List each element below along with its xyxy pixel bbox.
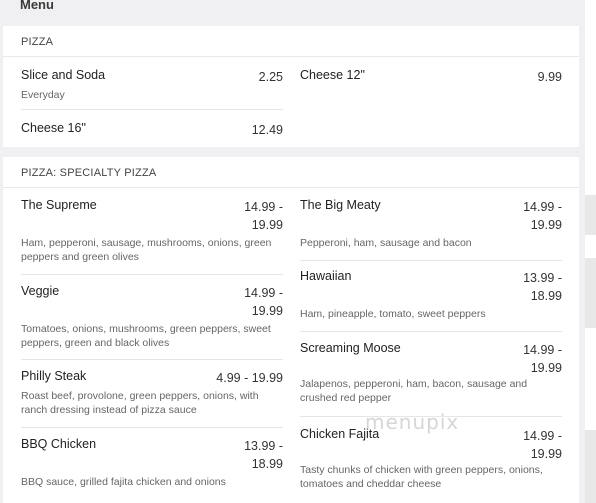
item-description: Tasty chunks of chicken with green peppe… [300, 464, 543, 490]
item-name: Screaming Moose [300, 341, 401, 355]
section-header: PIZZA: SPECIALTY PIZZA [3, 157, 579, 188]
section-title: PIZZA [21, 36, 54, 48]
sidebar-edge [585, 0, 596, 503]
item-name: Slice and Soda [21, 68, 106, 82]
section-header: PIZZA [3, 26, 579, 57]
item-price: 14.99 - 19.99 [523, 343, 562, 375]
item-name: Cheese 12" [300, 68, 365, 82]
sidebar-card [585, 430, 596, 503]
item-name: Hawaiian [300, 269, 352, 283]
item-price: 14.99 - 19.99 [244, 200, 283, 232]
item-price: 14.99 - 19.99 [523, 429, 562, 461]
item-price: 2.25 [258, 70, 283, 84]
item-price: 4.99 - 19.99 [216, 371, 283, 385]
item-description: Roast beef, provolone, green peppers, on… [21, 390, 259, 416]
item-description: Everyday [21, 89, 65, 101]
item-description: Ham, pepperoni, sausage, mushrooms, onio… [21, 237, 272, 263]
page-title: Menu [20, 0, 54, 12]
item-description: Tomatoes, onions, mushrooms, green peppe… [21, 323, 271, 349]
item-description: BBQ sauce, grilled fajita chicken and on… [21, 476, 226, 488]
divider [21, 274, 283, 275]
menu-header: Menu [0, 0, 580, 26]
item-description: Pepperoni, ham, sausage and bacon [300, 237, 472, 249]
sidebar-card [585, 258, 596, 328]
sidebar-card [585, 195, 596, 235]
item-name: BBQ Chicken [21, 437, 97, 451]
watermark: menupix [365, 410, 460, 434]
item-price: 14.99 - 19.99 [523, 200, 562, 232]
divider [21, 109, 283, 110]
item-name: Cheese 16" [21, 121, 86, 135]
divider [300, 260, 562, 261]
item-name: Philly Steak [21, 369, 87, 383]
menu-section-pizza: PIZZA Slice and Soda 2.25 Everyday Chees… [3, 26, 579, 147]
item-description: Ham, pineapple, tomato, sweet peppers [300, 308, 486, 320]
item-price: 13.99 - 18.99 [523, 271, 562, 303]
item-price: 13.99 - 18.99 [244, 439, 283, 471]
item-price: 14.99 - 19.99 [244, 286, 283, 318]
section-title: PIZZA: SPECIALTY PIZZA [21, 167, 157, 179]
divider [21, 359, 283, 360]
item-name: The Big Meaty [300, 198, 381, 212]
item-price: 9.99 [537, 70, 562, 84]
item-name: The Supreme [21, 198, 97, 212]
divider [21, 427, 283, 428]
item-price: 12.49 [251, 123, 283, 137]
item-description: Jalapenos, pepperoni, ham, bacon, sausag… [300, 378, 528, 404]
menu-section-specialty-pizza: PIZZA: SPECIALTY PIZZA The Supreme 14.99… [3, 157, 579, 503]
divider [300, 331, 562, 332]
item-name: Veggie [21, 284, 60, 298]
